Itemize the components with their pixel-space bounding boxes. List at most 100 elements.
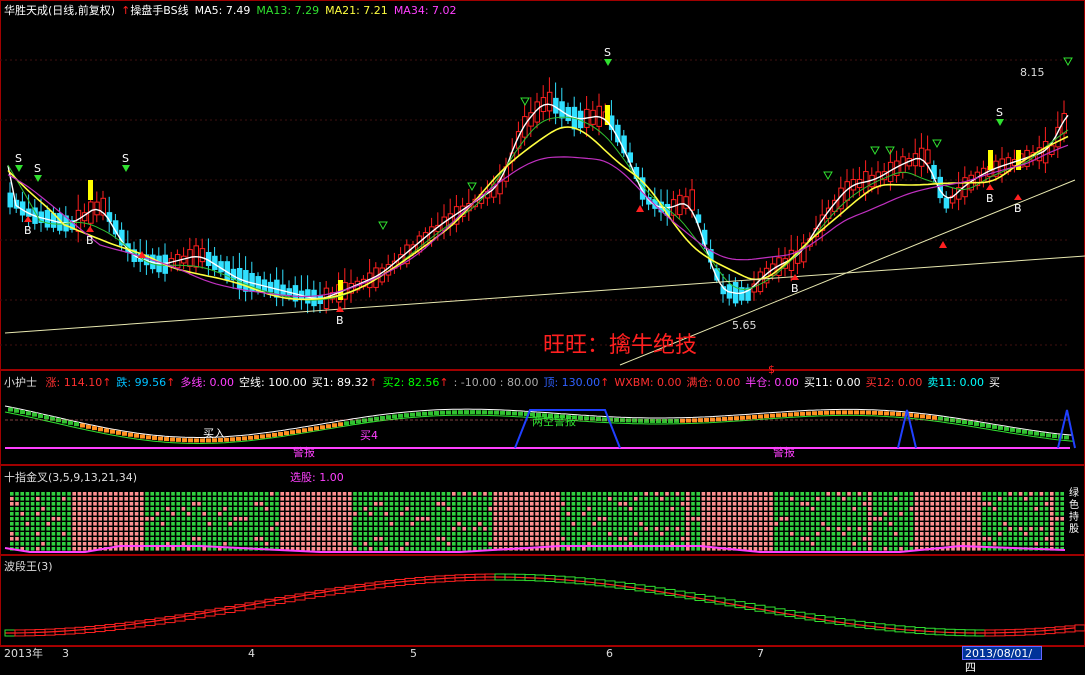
signal-cell: [342, 517, 347, 521]
osc-block: [164, 437, 169, 442]
signal-cell: [457, 527, 461, 531]
signal-cell: [88, 512, 92, 516]
signal-cell: [779, 517, 784, 521]
signal-cell: [857, 517, 862, 521]
signal-cell: [457, 542, 461, 546]
signal-cell: [566, 512, 570, 516]
signal-cell: [670, 517, 674, 521]
signal-cell: [862, 527, 867, 531]
signal-cell: [51, 542, 56, 546]
signal-cell: [665, 497, 669, 501]
signal-cell: [77, 522, 82, 526]
signal-cell: [800, 542, 804, 546]
signal-cell: [868, 502, 872, 506]
signal-cell: [597, 507, 602, 511]
signal-cell: [363, 527, 368, 531]
signal-cell: [405, 547, 409, 551]
signal-cell: [192, 507, 196, 511]
signal-cell: [701, 512, 706, 516]
signal-cell: [644, 502, 648, 506]
signal-cell: [389, 517, 394, 521]
signal-cell: [98, 517, 102, 521]
signal-cell: [129, 507, 134, 511]
signal-cell: [108, 522, 113, 526]
signal-cell: [483, 502, 487, 506]
signal-cell: [493, 527, 498, 531]
signal-cell: [779, 532, 784, 536]
signal-cell: [207, 537, 212, 541]
signal-cell: [358, 492, 362, 496]
signal-cell: [665, 537, 669, 541]
signal-cell: [374, 537, 378, 541]
signal-cell: [223, 497, 227, 501]
signal-cell: [1034, 517, 1038, 521]
signal-cell: [171, 497, 175, 501]
signal-cell: [1003, 542, 1007, 546]
signal-cell: [535, 542, 539, 546]
panel2-item: 买1: 89.32: [311, 376, 369, 389]
signal-cell: [15, 517, 19, 521]
signal-cell: [982, 527, 986, 531]
signal-cell: [108, 492, 113, 496]
signal-cell: [982, 532, 986, 536]
signal-cell: [348, 542, 352, 546]
signal-cell: [46, 507, 50, 511]
signal-cell: [951, 512, 955, 516]
signal-cell: [836, 497, 841, 501]
signal-cell: [51, 497, 56, 501]
signal-cell: [509, 542, 513, 546]
panel2-item: 买11: 0.00: [803, 376, 861, 389]
chart-canvas[interactable]: SSSSSBBBBBB$: [0, 0, 1085, 660]
signal-cell: [618, 507, 622, 511]
up-arrow-icon: [86, 226, 94, 232]
signal-cell: [1024, 542, 1028, 546]
signal-cell: [363, 537, 368, 541]
signal-cell: [436, 522, 440, 526]
signal-cell: [623, 537, 628, 541]
signal-cell: [774, 502, 778, 506]
signal-cell: [311, 542, 316, 546]
signal-cell: [1044, 502, 1049, 506]
signal-cell: [1024, 492, 1028, 496]
signal-cell: [805, 542, 810, 546]
signal-cell: [779, 522, 784, 526]
signal-cell: [826, 527, 830, 531]
signal-cell: [836, 527, 841, 531]
down-arrow-icon: [1063, 57, 1073, 67]
osc-block: [1052, 434, 1057, 439]
signal-cell: [748, 517, 752, 521]
signal-cell: [145, 497, 149, 501]
signal-cell: [862, 497, 867, 501]
signal-cell: [727, 527, 732, 531]
signal-cell: [150, 532, 154, 536]
signal-cell: [680, 502, 685, 506]
signal-cell: [613, 547, 617, 551]
signal-cell: [727, 537, 732, 541]
signal-cell: [322, 527, 326, 531]
selected-date[interactable]: 2013/08/01/四: [962, 646, 1042, 674]
signal-cell: [405, 507, 409, 511]
signal-cell: [623, 492, 628, 496]
signal-cell: [1055, 502, 1059, 506]
signal-cell: [77, 507, 82, 511]
signal-cell: [62, 507, 66, 511]
signal-cell: [795, 492, 799, 496]
osc-block: [86, 424, 91, 429]
signal-cell: [181, 492, 186, 496]
signal-cell: [550, 512, 555, 516]
signal-cell: [940, 512, 945, 516]
signal-cell: [738, 542, 742, 546]
signal-cell: [20, 522, 24, 526]
osc-block: [794, 412, 799, 417]
signal-cell: [72, 512, 76, 516]
signal-cell: [93, 497, 97, 501]
signal-cell: [946, 522, 950, 526]
signal-cell: [966, 547, 971, 551]
osc-block: [872, 410, 877, 415]
signal-cell: [561, 517, 565, 521]
signal-cell: [316, 527, 321, 531]
signal-cell: [270, 527, 274, 531]
signal-cell: [363, 497, 368, 501]
signal-cell: [670, 492, 674, 496]
signal-cell: [457, 502, 461, 506]
